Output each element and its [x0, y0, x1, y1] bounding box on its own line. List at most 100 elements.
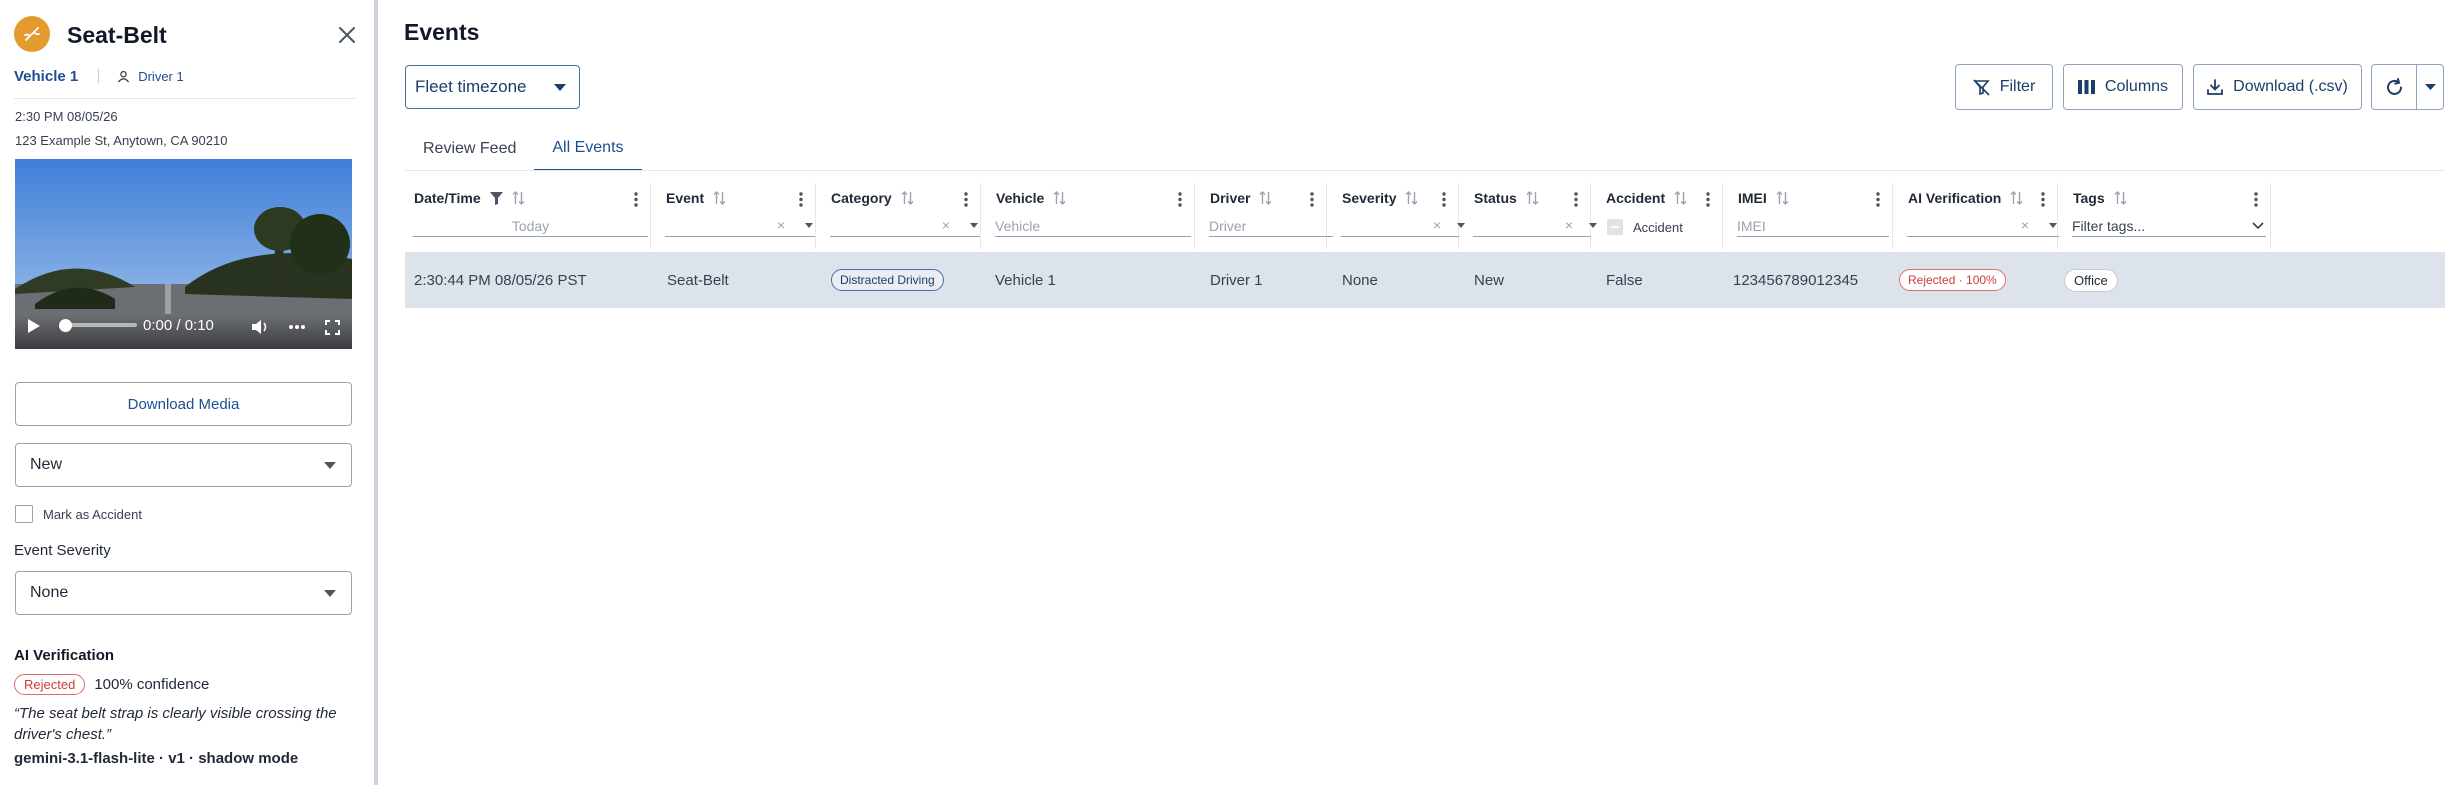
more-icon[interactable] [289, 325, 305, 329]
driver-link[interactable]: Driver 1 [117, 69, 184, 84]
filter-icon[interactable] [489, 191, 503, 205]
vehicle-filter-input[interactable]: Vehicle [995, 215, 1191, 237]
tags-filter-select[interactable]: Filter tags... [2072, 215, 2266, 237]
tab-review-feed[interactable]: Review Feed [405, 127, 534, 171]
sort-icon[interactable] [2010, 191, 2023, 205]
mark-accident-row[interactable]: Mark as Accident [15, 505, 142, 523]
column-header-imei[interactable]: IMEI IMEI [1729, 183, 1893, 249]
cell-ai-verification: Rejected · 100% [1899, 252, 2006, 308]
sort-icon[interactable] [901, 191, 914, 205]
sort-icon[interactable] [713, 191, 726, 205]
column-menu-icon[interactable] [1178, 192, 1182, 207]
column-header-ai-verification[interactable]: AI Verification × [1899, 183, 2059, 249]
event-filter-select[interactable]: × [665, 215, 815, 237]
accident-filter-checkbox[interactable]: Accident [1607, 219, 1683, 235]
play-icon[interactable] [27, 318, 41, 334]
column-menu-icon[interactable] [1310, 192, 1314, 207]
table-header: Date/Time Today Event × Category × Vehic… [405, 183, 2271, 249]
column-header-event[interactable]: Event × [657, 183, 816, 249]
cell-imei: 123456789012345 [1733, 271, 1859, 289]
driver-filter-input[interactable]: Driver [1209, 215, 1333, 237]
tab-all-events[interactable]: All Events [534, 127, 642, 171]
column-header-category[interactable]: Category × [822, 183, 981, 249]
column-header-tags[interactable]: Tags Filter tags... [2064, 183, 2271, 249]
column-menu-icon[interactable] [634, 192, 638, 207]
column-menu-icon[interactable] [1442, 192, 1446, 207]
sort-icon[interactable] [2114, 191, 2127, 205]
sort-icon[interactable] [1674, 191, 1687, 205]
sort-icon[interactable] [1259, 191, 1272, 205]
columns-button[interactable]: Columns [2063, 64, 2183, 110]
clear-icon[interactable]: × [942, 217, 950, 233]
indeterminate-checkbox[interactable] [1607, 219, 1623, 235]
severity-filter-select[interactable]: × [1341, 215, 1465, 237]
seatbelt-event-icon [14, 16, 50, 52]
rejected-badge: Rejected [14, 674, 86, 695]
mark-accident-checkbox[interactable] [15, 505, 33, 523]
cell-driver: Driver 1 [1210, 271, 1263, 289]
download-csv-button[interactable]: Download (.csv) [2193, 64, 2362, 110]
volume-icon[interactable] [251, 319, 269, 335]
event-video-player[interactable]: 0:00 / 0:10 [15, 159, 352, 349]
close-icon[interactable] [336, 24, 358, 46]
download-media-button[interactable]: Download Media [15, 382, 352, 426]
column-title: AI Verification [1908, 190, 2002, 206]
tag-chip[interactable]: Office [2064, 268, 2118, 292]
severity-select[interactable]: None [15, 571, 352, 615]
column-menu-icon[interactable] [964, 192, 968, 207]
sort-icon[interactable] [1053, 191, 1066, 205]
column-header-accident[interactable]: Accident Accident [1597, 183, 1723, 249]
clear-icon[interactable]: × [2021, 217, 2029, 233]
column-menu-icon[interactable] [2041, 192, 2045, 207]
status-select-value: New [30, 456, 63, 473]
cell-event: Seat-Belt [667, 271, 729, 289]
person-icon [118, 70, 130, 82]
status-filter-select[interactable]: × [1473, 215, 1597, 237]
clear-icon[interactable]: × [1565, 217, 1573, 233]
clear-icon[interactable]: × [1433, 217, 1441, 233]
column-title: IMEI [1738, 190, 1767, 206]
timezone-select[interactable]: Fleet timezone [405, 65, 580, 109]
column-title: Category [831, 190, 892, 206]
sort-icon[interactable] [1776, 191, 1789, 205]
cell-tags: Office [2064, 252, 2118, 308]
column-menu-icon[interactable] [799, 192, 803, 207]
table-row[interactable]: 2:30:44 PM 08/05/26 PST Seat-Belt Distra… [405, 252, 2445, 308]
column-header-datetime[interactable]: Date/Time Today [405, 183, 651, 249]
refresh-button[interactable] [2371, 64, 2417, 110]
column-header-vehicle[interactable]: Vehicle Vehicle [987, 183, 1195, 249]
vehicle-link[interactable]: Vehicle 1 [14, 68, 78, 85]
column-header-status[interactable]: Status × [1465, 183, 1597, 249]
datetime-filter-input[interactable]: Today [413, 215, 648, 237]
category-filter-select[interactable]: × [830, 215, 980, 237]
chevron-down-icon [2252, 222, 2264, 229]
column-menu-icon[interactable] [2254, 192, 2258, 207]
imei-filter-input[interactable]: IMEI [1737, 215, 1889, 237]
refresh-options-button[interactable] [2416, 64, 2444, 110]
chevron-down-icon [1589, 223, 1597, 228]
filter-button-label: Filter [1999, 78, 2036, 95]
cell-severity: None [1342, 271, 1378, 289]
column-menu-icon[interactable] [1706, 192, 1710, 207]
chevron-down-icon [324, 462, 336, 469]
column-title: Severity [1342, 190, 1397, 206]
column-header-driver[interactable]: Driver Driver [1201, 183, 1333, 249]
column-menu-icon[interactable] [1876, 192, 1880, 207]
chevron-down-icon [970, 223, 978, 228]
sort-icon[interactable] [1405, 191, 1418, 205]
clear-icon[interactable]: × [777, 217, 785, 233]
ai-confidence: 100% confidence [94, 676, 210, 693]
filter-button[interactable]: Filter [1955, 64, 2053, 110]
filter-off-icon [1973, 78, 1990, 96]
status-select[interactable]: New [15, 443, 352, 487]
sort-icon[interactable] [1526, 191, 1539, 205]
column-header-severity[interactable]: Severity × [1333, 183, 1465, 249]
fullscreen-icon[interactable] [325, 319, 340, 335]
sort-icon[interactable] [512, 191, 525, 205]
cell-accident: False [1606, 271, 1643, 289]
ai-verification-filter-select[interactable]: × [1907, 215, 2059, 237]
column-title: Event [666, 190, 705, 206]
column-menu-icon[interactable] [1574, 192, 1578, 207]
video-progress-handle[interactable] [59, 319, 72, 332]
events-table: Date/Time Today Event × Category × Vehic… [405, 183, 2445, 309]
